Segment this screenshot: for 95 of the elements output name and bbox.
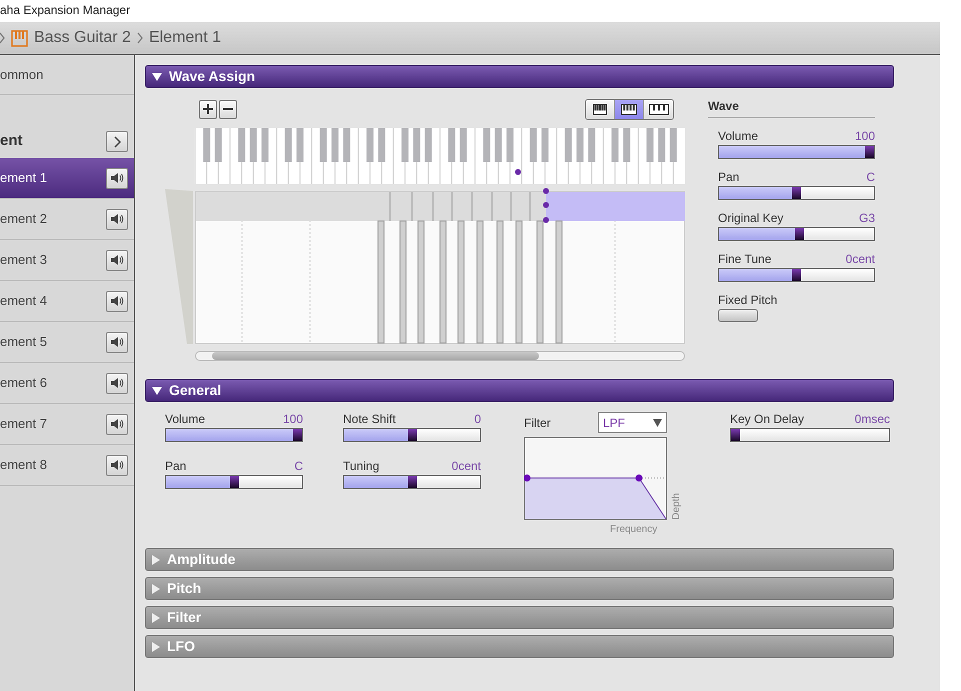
collapse-triangle-icon (152, 386, 162, 394)
section-label: ent (0, 131, 22, 152)
filter-type-dropdown[interactable]: LPF (598, 412, 667, 433)
keyboard-icon (621, 104, 637, 114)
slider-track[interactable] (165, 475, 303, 489)
slider-value: G3 (858, 211, 875, 227)
plus-icon (203, 104, 213, 114)
speaker-button[interactable] (106, 332, 128, 352)
speaker-icon (110, 376, 124, 390)
scrollbar[interactable] (195, 351, 685, 361)
slider-label: Tuning (343, 459, 380, 475)
keyboard-icon (593, 104, 607, 114)
speaker-button[interactable] (106, 414, 128, 434)
keyboard-size-button[interactable] (586, 100, 615, 118)
slider-value: 100 (282, 412, 303, 428)
expand-triangle-icon (152, 584, 160, 594)
breadcrumb-item[interactable]: Bass Guitar 2 (34, 26, 131, 50)
window-title: aha Expansion Manager (0, 2, 132, 19)
element-item[interactable]: ement 2 (0, 199, 134, 240)
filter-curve-graph[interactable] (524, 437, 667, 520)
slider-value: 0cent (452, 459, 481, 475)
slider-track[interactable] (718, 268, 875, 282)
element-item[interactable]: ement 1 (0, 158, 134, 199)
slider-track[interactable] (730, 428, 890, 442)
section-header[interactable]: Wave Assign (145, 65, 894, 88)
next-button[interactable] (106, 131, 128, 152)
chevron-icon (0, 32, 5, 44)
speaker-icon (110, 294, 124, 308)
scrollbar-thumb[interactable] (212, 352, 539, 360)
slider-value: 0cent (846, 252, 875, 268)
dropdown-arrow-icon (653, 418, 662, 426)
element-item[interactable]: ement 6 (0, 363, 134, 404)
speaker-button[interactable] (106, 290, 128, 312)
axis-label: Frequency (609, 523, 658, 537)
speaker-button[interactable] (106, 454, 128, 476)
slider-value: C (294, 459, 303, 475)
slider-label: Key On Delay (730, 412, 804, 428)
keyboard-size-button[interactable] (644, 100, 673, 118)
collapse-triangle-icon (152, 72, 162, 80)
speaker-button[interactable] (106, 168, 128, 188)
slider-fill[interactable] (166, 476, 238, 488)
slider-label: Fine Tune (718, 252, 772, 268)
keyboard-icon (648, 104, 668, 114)
toggle-button[interactable] (718, 309, 758, 322)
speaker-button[interactable] (106, 250, 128, 270)
keyboard-icon (11, 30, 28, 46)
element-item[interactable]: ement 4 (0, 281, 134, 322)
axis-label: Depth (670, 493, 683, 520)
sidebar-item[interactable]: ommon (0, 55, 134, 95)
slider-fill[interactable] (344, 476, 416, 488)
slider-track[interactable] (718, 186, 875, 200)
zoom-out-button[interactable] (219, 100, 237, 118)
slider-label: Note Shift (343, 412, 396, 428)
slider-value: 0msec (854, 412, 890, 428)
keyboard-size-button[interactable] (615, 100, 644, 118)
speaker-button[interactable] (106, 372, 128, 394)
element-item[interactable]: ement 3 (0, 240, 134, 281)
slider-label: Original Key (718, 211, 784, 227)
slider-track[interactable] (718, 227, 875, 241)
breadcrumb-item[interactable]: Element 1 (148, 26, 221, 50)
slider-fill[interactable] (344, 429, 416, 441)
section-header[interactable]: General (145, 379, 894, 402)
slider-fill[interactable] (719, 187, 801, 199)
expand-triangle-icon (152, 612, 160, 622)
keyboard-size-toggle-group[interactable] (585, 98, 674, 120)
slider-label: Pan (718, 170, 740, 186)
speaker-icon (110, 212, 124, 226)
toggle-label: Fixed Pitch (718, 293, 778, 309)
slider-fill[interactable] (719, 228, 804, 240)
slider-track[interactable] (343, 428, 481, 442)
speaker-icon (110, 171, 124, 185)
element-item[interactable]: ement 5 (0, 322, 134, 363)
slider-value: 0 (474, 412, 481, 428)
speaker-button[interactable] (106, 208, 128, 230)
panel-title: Wave (708, 97, 875, 118)
slider-fill[interactable] (719, 269, 801, 281)
element-item[interactable]: ement 8 (0, 445, 134, 486)
speaker-icon (110, 335, 124, 349)
speaker-icon (110, 253, 124, 267)
slider-label: Volume (718, 129, 758, 145)
chevron-icon (114, 136, 120, 148)
slider-value: C (866, 170, 875, 186)
slider-value: 100 (854, 129, 875, 145)
expand-triangle-icon (152, 554, 160, 564)
element-item[interactable]: ement 7 (0, 404, 134, 445)
speaker-icon (110, 417, 124, 431)
slider-label: Volume (165, 412, 206, 428)
speaker-icon (110, 458, 124, 472)
zoom-in-button[interactable] (199, 100, 217, 118)
filter-label: Filter (524, 414, 551, 432)
chevron-icon (136, 32, 143, 44)
expand-triangle-icon (152, 642, 160, 652)
slider-fill[interactable] (731, 429, 740, 441)
slider-track[interactable] (343, 475, 481, 489)
slider-label: Pan (165, 459, 186, 475)
